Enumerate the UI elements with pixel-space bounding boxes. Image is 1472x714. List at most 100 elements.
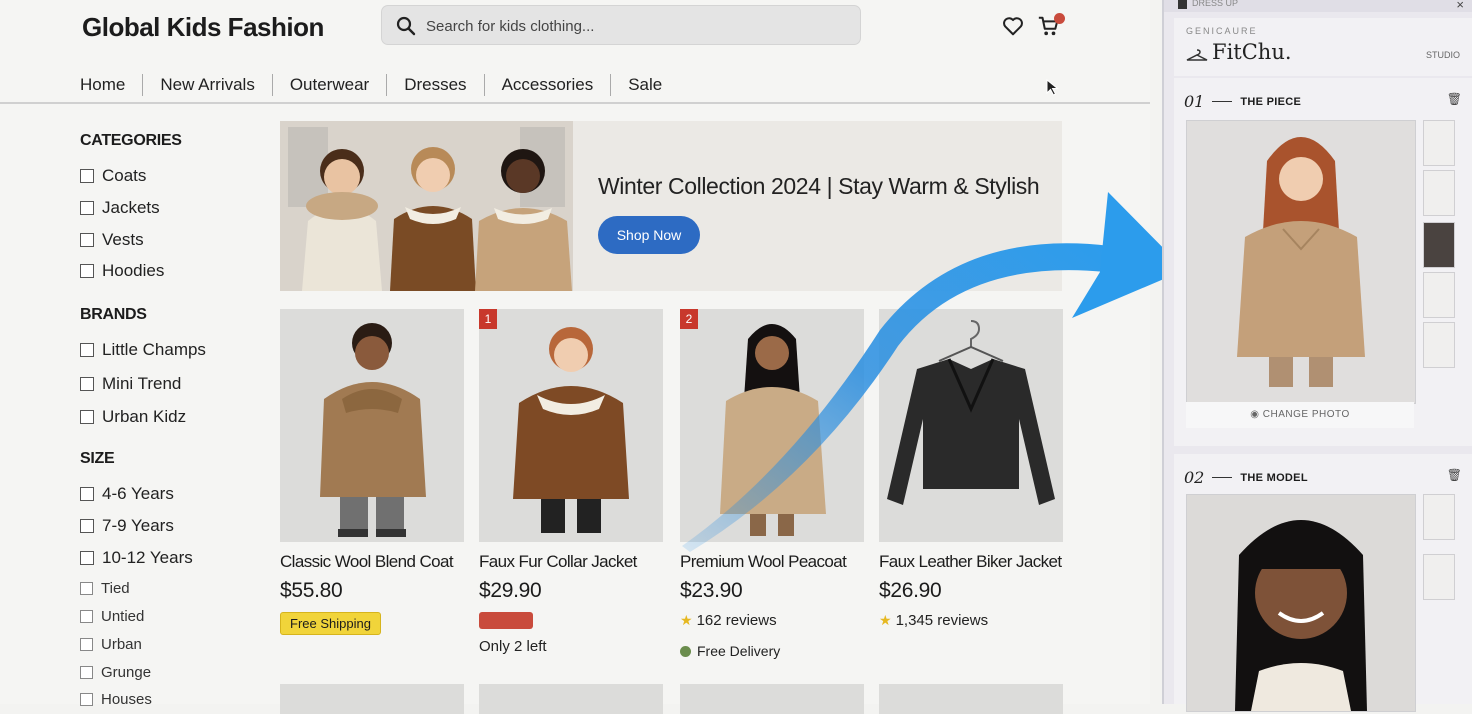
product-badge: 2 bbox=[680, 309, 698, 329]
product-price: $26.90 bbox=[879, 579, 942, 602]
model-image[interactable] bbox=[1186, 494, 1416, 712]
product-card[interactable]: 1 Faux Fur Collar Jacket $29.90 Only 2 l… bbox=[479, 309, 663, 655]
nav-home[interactable]: Home bbox=[80, 74, 142, 96]
checkbox[interactable] bbox=[80, 551, 94, 565]
product-card[interactable] bbox=[680, 684, 864, 714]
checkbox[interactable] bbox=[80, 487, 94, 501]
product-price: $55.80 bbox=[280, 579, 343, 602]
checkbox[interactable] bbox=[80, 264, 94, 278]
trash-icon[interactable]: 🗑 bbox=[1447, 92, 1462, 106]
checkbox[interactable] bbox=[80, 169, 94, 183]
cart-badge bbox=[1054, 13, 1065, 24]
model-thumbnail[interactable] bbox=[1423, 494, 1455, 540]
search-input[interactable] bbox=[424, 14, 848, 38]
piece-image[interactable] bbox=[1186, 120, 1416, 404]
product-card[interactable]: Classic Wool Blend Coat $55.80 Free Ship… bbox=[280, 309, 464, 635]
checkbox[interactable] bbox=[80, 233, 94, 247]
product-card[interactable] bbox=[280, 684, 464, 714]
filter-mini-trend[interactable]: Mini Trend bbox=[80, 374, 181, 394]
product-image[interactable] bbox=[879, 309, 1063, 542]
product-image[interactable]: 2 bbox=[680, 309, 864, 542]
free-delivery-label: Free Delivery bbox=[680, 643, 780, 659]
brand-right-label: STUDIO bbox=[1425, 50, 1460, 60]
product-name[interactable]: Premium Wool Peacoat bbox=[680, 552, 847, 572]
filter-little-champs[interactable]: Little Champs bbox=[80, 340, 206, 360]
fitchu-panel: DRESS UP × GENICAURE FitChu. STUDIO 01 T… bbox=[1162, 0, 1472, 712]
nav-outerwear[interactable]: Outerwear bbox=[271, 74, 386, 96]
search-bar[interactable] bbox=[381, 5, 861, 45]
checkbox[interactable] bbox=[80, 638, 93, 651]
mouse-cursor-icon bbox=[1046, 79, 1059, 96]
filter-vests[interactable]: Vests bbox=[80, 230, 144, 250]
nav-dresses[interactable]: Dresses bbox=[386, 74, 483, 96]
product-reviews[interactable]: ★ 162 reviews bbox=[680, 612, 777, 629]
product-reviews[interactable]: ★ 1,345 reviews bbox=[879, 612, 988, 629]
filter-hoodies[interactable]: Hoodies bbox=[80, 261, 164, 281]
nav-new-arrivals[interactable]: New Arrivals bbox=[142, 74, 271, 96]
filter-urban-kidz[interactable]: Urban Kidz bbox=[80, 407, 186, 427]
product-image[interactable] bbox=[280, 309, 464, 542]
stock-status: Only 2 left bbox=[479, 638, 547, 655]
product-price: $29.90 bbox=[479, 579, 542, 602]
piece-thumbnail[interactable] bbox=[1423, 120, 1455, 166]
product-name[interactable]: Classic Wool Blend Coat bbox=[280, 552, 454, 572]
checkbox[interactable] bbox=[80, 582, 93, 595]
product-name[interactable]: Faux Fur Collar Jacket bbox=[479, 552, 637, 572]
filter-urban[interactable]: Urban bbox=[80, 636, 142, 653]
star-icon: ★ bbox=[879, 612, 892, 628]
hanger-icon bbox=[1186, 49, 1208, 61]
trash-icon[interactable]: 🗑 bbox=[1447, 468, 1462, 482]
checkbox[interactable] bbox=[80, 410, 94, 424]
app-icon bbox=[1178, 0, 1187, 9]
heart-icon[interactable] bbox=[1002, 15, 1024, 37]
filter-houses[interactable]: Houses bbox=[80, 691, 152, 708]
filter-size-10-12[interactable]: 10-12 Years bbox=[80, 548, 193, 568]
free-shipping-tag: Free Shipping bbox=[280, 612, 381, 635]
shop-now-button[interactable]: Shop Now bbox=[598, 216, 700, 254]
search-icon bbox=[396, 16, 416, 36]
filter-grunge[interactable]: Grunge bbox=[80, 664, 151, 681]
size-heading: SIZE bbox=[80, 450, 115, 467]
filter-size-4-6[interactable]: 4-6 Years bbox=[80, 484, 174, 504]
shop-page: Global Kids Fashion Home New Arrivals Ou… bbox=[0, 0, 1150, 714]
panel-window-title: DRESS UP bbox=[1192, 0, 1239, 8]
piece-thumbnail[interactable] bbox=[1423, 322, 1455, 368]
checkbox[interactable] bbox=[80, 610, 93, 623]
filter-size-7-9[interactable]: 7-9 Years bbox=[80, 516, 174, 536]
panel-titlebar: DRESS UP × bbox=[1164, 0, 1472, 12]
product-price: $23.90 bbox=[680, 579, 743, 602]
piece-thumbnail[interactable] bbox=[1423, 222, 1455, 268]
checkbox[interactable] bbox=[80, 201, 94, 215]
filter-tied[interactable]: Tied bbox=[80, 580, 130, 597]
section-the-piece: 01 THE PIECE 🗑 ◉ CHANGE PHOTO bbox=[1174, 78, 1472, 446]
section-title: 01 THE PIECE bbox=[1184, 92, 1302, 111]
product-card[interactable] bbox=[879, 684, 1063, 714]
nav-sale[interactable]: Sale bbox=[610, 74, 679, 96]
piece-thumbnail[interactable] bbox=[1423, 170, 1455, 216]
brand-subtitle: GENICAURE bbox=[1186, 26, 1258, 36]
checkbox[interactable] bbox=[80, 377, 94, 391]
checkbox[interactable] bbox=[80, 693, 93, 706]
filter-untied[interactable]: Untied bbox=[80, 608, 144, 625]
product-name[interactable]: Faux Leather Biker Jacket bbox=[879, 552, 1062, 572]
filter-jackets[interactable]: Jackets bbox=[80, 198, 160, 218]
store-title[interactable]: Global Kids Fashion bbox=[82, 12, 324, 43]
checkbox[interactable] bbox=[80, 666, 93, 679]
checkbox[interactable] bbox=[80, 343, 94, 357]
checkbox[interactable] bbox=[80, 519, 94, 533]
panel-header: GENICAURE FitChu. STUDIO bbox=[1174, 18, 1472, 76]
filter-coats[interactable]: Coats bbox=[80, 166, 146, 186]
close-icon[interactable]: × bbox=[1456, 0, 1464, 12]
nav-accessories[interactable]: Accessories bbox=[483, 74, 611, 96]
piece-thumbnail[interactable] bbox=[1423, 272, 1455, 318]
change-photo-button[interactable]: ◉ CHANGE PHOTO bbox=[1186, 402, 1414, 428]
star-icon: ★ bbox=[680, 612, 693, 628]
product-card[interactable]: 2 Premium Wool Peacoat $23.90 ★ 162 revie… bbox=[680, 309, 864, 659]
product-card[interactable]: Faux Leather Biker Jacket $26.90 ★ 1,345 … bbox=[879, 309, 1063, 629]
categories-heading: CATEGORIES bbox=[80, 132, 182, 149]
model-thumbnail[interactable] bbox=[1423, 554, 1455, 600]
product-image[interactable]: 1 bbox=[479, 309, 663, 542]
product-card[interactable] bbox=[479, 684, 663, 714]
delivery-icon bbox=[680, 645, 691, 657]
main-nav: Home New Arrivals Outerwear Dresses Acce… bbox=[80, 72, 679, 98]
